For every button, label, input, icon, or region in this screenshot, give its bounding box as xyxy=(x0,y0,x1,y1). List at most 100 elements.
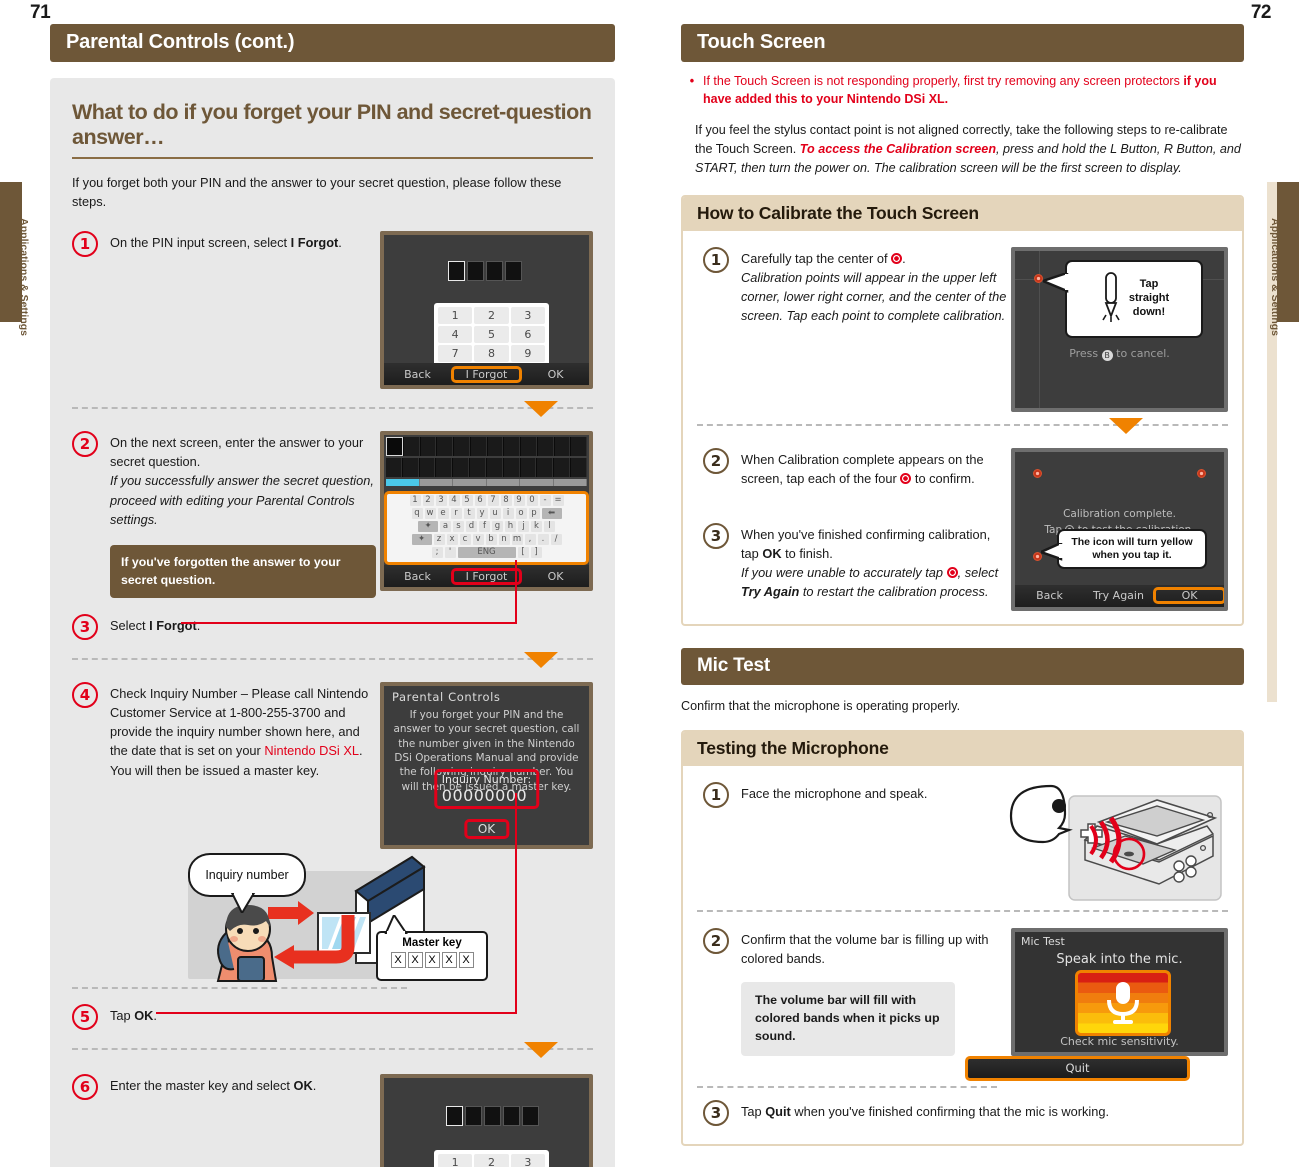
i-forgot-button[interactable]: I Forgot xyxy=(451,567,522,585)
kb-key[interactable]: [ xyxy=(517,547,529,559)
kb-key[interactable]: f xyxy=(479,521,490,533)
key-2[interactable]: 2 xyxy=(474,1153,509,1167)
tap-straight-down-bubble: Tap straight down! xyxy=(1065,259,1203,338)
kb-key[interactable]: . xyxy=(537,534,549,546)
kb-key[interactable]: = xyxy=(552,495,564,507)
kb-key[interactable]: q xyxy=(411,508,423,520)
pin-screen-buttons: Back I Forgot OK xyxy=(384,363,589,386)
calibration-point-upper-left[interactable] xyxy=(1034,273,1043,283)
key-1[interactable]: 1 xyxy=(438,1153,473,1167)
text-entry-field[interactable] xyxy=(386,437,587,487)
kb-key[interactable]: ' xyxy=(444,547,456,559)
tab-extra2[interactable] xyxy=(520,479,554,487)
kb-key[interactable]: 4 xyxy=(448,495,460,507)
kb-key[interactable]: b xyxy=(485,534,497,546)
i-forgot-button[interactable]: I Forgot xyxy=(451,365,522,383)
bubble-line-3: down! xyxy=(1132,305,1166,318)
kb-key[interactable]: d xyxy=(466,521,477,533)
kb-key[interactable]: y xyxy=(476,508,488,520)
step-3-text: Select I Forgot. xyxy=(110,614,593,635)
kb-key[interactable]: ; xyxy=(431,547,443,559)
kb-key[interactable]: / xyxy=(550,534,562,546)
key-3[interactable]: 3 xyxy=(510,307,545,325)
kb-space-key[interactable]: ENG xyxy=(457,547,516,559)
kb-key[interactable]: r xyxy=(450,508,462,520)
tab-abc[interactable] xyxy=(386,479,420,487)
kb-key[interactable]: 5 xyxy=(461,495,473,507)
mic-step-3-text: Tap Quit when you've finished confirming… xyxy=(741,1100,1228,1121)
key-4[interactable]: 4 xyxy=(438,326,473,344)
kb-key[interactable]: v xyxy=(472,534,484,546)
key-box xyxy=(465,1105,482,1126)
kb-key[interactable]: 7 xyxy=(487,495,499,507)
kb-key[interactable]: k xyxy=(531,521,542,533)
kb-key[interactable]: 3 xyxy=(435,495,447,507)
kb-key[interactable]: p xyxy=(528,508,540,520)
step-2-line2: secret question. xyxy=(110,454,201,470)
quit-button[interactable]: Quit xyxy=(965,1055,1190,1081)
tab-extra3[interactable] xyxy=(553,479,587,487)
key-9[interactable]: 9 xyxy=(510,345,545,363)
kb-shift-icon[interactable]: ✦ xyxy=(418,521,438,533)
key-5[interactable]: 5 xyxy=(474,326,509,344)
kb-key[interactable]: o xyxy=(515,508,527,520)
kb-key[interactable]: - xyxy=(539,495,551,507)
calibration-confirm-point-tr[interactable] xyxy=(1197,468,1206,478)
char-cell xyxy=(436,458,453,478)
kb-backspace-icon[interactable]: ⬅ xyxy=(541,508,562,520)
key-1[interactable]: 1 xyxy=(438,307,473,325)
kb-key[interactable]: a xyxy=(440,521,451,533)
pin-box xyxy=(486,261,503,282)
char-cell xyxy=(454,437,470,457)
kb-key[interactable]: 9 xyxy=(513,495,525,507)
kb-key[interactable]: x xyxy=(446,534,458,546)
mic-step-3-pre: Tap xyxy=(741,1103,766,1119)
kb-key[interactable]: m xyxy=(511,534,523,546)
key-7[interactable]: 7 xyxy=(438,345,473,363)
kb-key[interactable]: i xyxy=(502,508,514,520)
kb-key[interactable]: s xyxy=(453,521,464,533)
tab-extra[interactable] xyxy=(486,479,520,487)
key-6[interactable]: 6 xyxy=(510,326,545,344)
calibration-target-icon xyxy=(946,567,958,579)
calib-step-1-pre: Carefully tap the center of xyxy=(741,250,892,266)
pc-ok-button[interactable]: OK xyxy=(463,818,510,839)
keyboard-mode-tabs[interactable] xyxy=(386,479,587,487)
kb-key[interactable]: , xyxy=(524,534,536,546)
bubble-line-2: straight xyxy=(1128,292,1170,305)
answer-field-row2[interactable] xyxy=(386,458,587,478)
ok-button[interactable]: OK xyxy=(522,368,589,381)
kb-key[interactable]: z xyxy=(433,534,445,546)
tab-symbol[interactable] xyxy=(453,479,487,487)
kb-key[interactable]: c xyxy=(459,534,471,546)
kb-key[interactable]: u xyxy=(489,508,501,520)
back-button[interactable]: Back xyxy=(384,570,451,583)
kb-key[interactable]: w xyxy=(424,508,436,520)
key-3[interactable]: 3 xyxy=(510,1153,545,1167)
kb-key[interactable]: ] xyxy=(530,547,542,559)
kb-key[interactable]: j xyxy=(518,521,529,533)
step-2-callout: If you've forgotten the answer to your s… xyxy=(110,545,376,598)
kb-key[interactable]: n xyxy=(498,534,510,546)
kb-key[interactable]: t xyxy=(463,508,475,520)
on-screen-keyboard[interactable]: 1 2 3 4 5 6 7 8 9 0- = q w e r t y u i o p ⬅ ✦ a s d f g h j k l ✦ z x c… xyxy=(384,491,589,566)
calibration-target-icon xyxy=(900,473,912,485)
tab-accent[interactable] xyxy=(419,479,453,487)
kb-key[interactable]: 8 xyxy=(500,495,512,507)
numeric-keypad[interactable]: 1 2 3 4 5 6 7 8 9 0 ⬅ xyxy=(434,1149,549,1167)
kb-key[interactable]: 0 xyxy=(526,495,538,507)
kb-shift2-icon[interactable]: ✦ xyxy=(411,534,432,546)
kb-key[interactable]: e xyxy=(437,508,449,520)
kb-key[interactable]: 2 xyxy=(422,495,434,507)
back-button[interactable]: Back xyxy=(384,368,451,381)
kb-key[interactable]: g xyxy=(492,521,503,533)
kb-key[interactable]: l xyxy=(544,521,555,533)
answer-field-row1[interactable] xyxy=(386,437,587,457)
kb-key[interactable]: 1 xyxy=(409,495,421,507)
kb-key[interactable]: h xyxy=(505,521,516,533)
ok-button[interactable]: OK xyxy=(522,570,589,583)
kb-key[interactable]: 6 xyxy=(474,495,486,507)
key-8[interactable]: 8 xyxy=(474,345,509,363)
key-2[interactable]: 2 xyxy=(474,307,509,325)
calibration-confirm-point-tl[interactable] xyxy=(1033,468,1042,478)
